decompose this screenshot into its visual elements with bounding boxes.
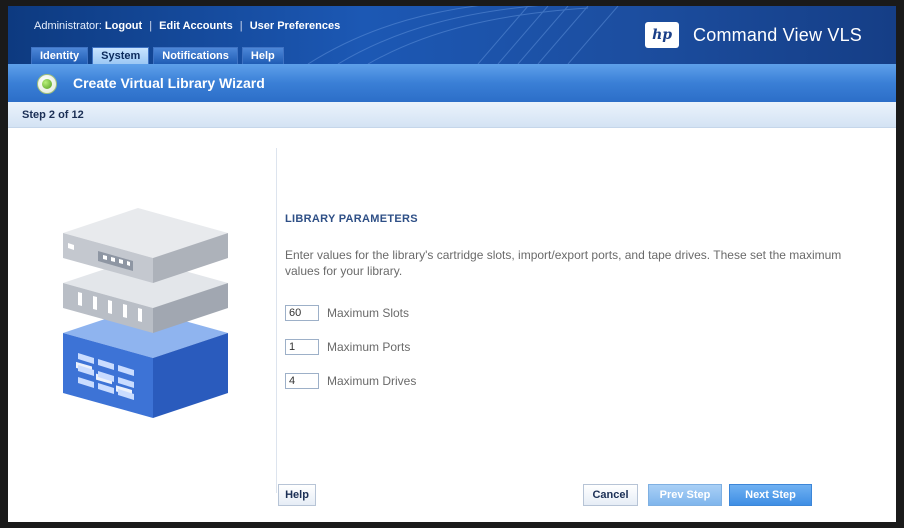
cancel-button[interactable]: Cancel <box>583 484 638 506</box>
maximum-drives-label: Maximum Drives <box>327 374 417 388</box>
wizard-title-bar: Create Virtual Library Wizard <box>8 64 896 102</box>
tab-identity[interactable]: Identity <box>31 47 89 64</box>
top-header: Administrator: Logout | Edit Accounts | … <box>8 6 896 64</box>
brand: hp Command View VLS <box>645 22 862 48</box>
tab-notifications[interactable]: Notifications <box>153 47 238 64</box>
next-step-button[interactable]: Next Step <box>729 484 812 506</box>
maximum-ports-label: Maximum Ports <box>327 340 411 354</box>
maximum-drives-input[interactable] <box>285 373 319 389</box>
tape-library-stack-icon <box>63 208 228 418</box>
separator: | <box>239 20 243 32</box>
admin-links: Administrator: Logout | Edit Accounts | … <box>34 20 340 32</box>
wizard-content: LIBRARY PARAMETERS Enter values for the … <box>8 128 896 528</box>
user-preferences-link[interactable]: User Preferences <box>250 20 341 32</box>
section-title: LIBRARY PARAMETERS <box>285 213 418 225</box>
main-tabs: Identity System Notifications Help <box>31 47 284 64</box>
hp-logo-text: hp <box>652 27 673 43</box>
section-description: Enter values for the library's cartridge… <box>285 248 842 278</box>
help-button[interactable]: Help <box>278 484 316 506</box>
green-status-icon <box>37 74 57 94</box>
param-row-slots: Maximum Slots <box>285 305 409 321</box>
wizard-title: Create Virtual Library Wizard <box>73 75 265 91</box>
app-title: Command View VLS <box>693 24 862 45</box>
separator: | <box>149 20 153 32</box>
hp-logo: hp <box>645 22 680 48</box>
edit-accounts-link[interactable]: Edit Accounts <box>159 20 233 32</box>
param-row-ports: Maximum Ports <box>285 339 410 355</box>
step-indicator-bar: Step 2 of 12 <box>8 102 896 128</box>
admin-prefix: Administrator: <box>34 20 102 32</box>
maximum-ports-input[interactable] <box>285 339 319 355</box>
tab-system[interactable]: System <box>92 47 150 64</box>
step-indicator: Step 2 of 12 <box>22 109 84 121</box>
logout-link[interactable]: Logout <box>105 20 142 32</box>
window-bottom-border <box>8 522 896 528</box>
maximum-slots-input[interactable] <box>285 305 319 321</box>
param-row-drives: Maximum Drives <box>285 373 416 389</box>
maximum-slots-label: Maximum Slots <box>327 306 410 320</box>
prev-step-button[interactable]: Prev Step <box>648 484 722 506</box>
tab-help[interactable]: Help <box>241 47 284 64</box>
content-divider <box>276 148 277 493</box>
